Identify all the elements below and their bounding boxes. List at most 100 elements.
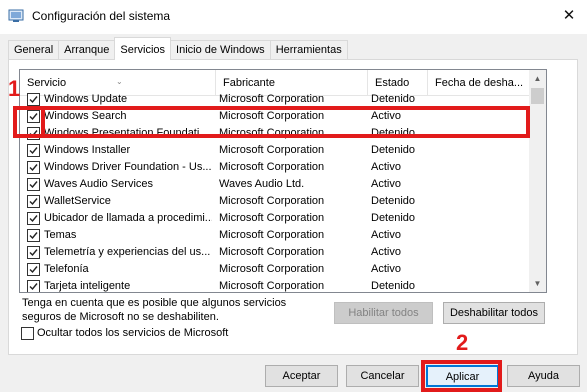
checkmark-icon <box>29 232 38 240</box>
service-checkbox[interactable] <box>27 280 40 292</box>
checkmark-icon <box>29 96 38 104</box>
disable-all-button[interactable]: Deshabilitar todos <box>443 302 545 324</box>
service-name-cell: Windows Installer <box>44 144 131 156</box>
checkmark-icon <box>29 147 38 155</box>
table-row[interactable]: Tarjeta inteligente Microsoft Corporation… <box>20 278 531 292</box>
service-name-cell: Telefonía <box>44 263 89 275</box>
scroll-up-icon[interactable]: ▲ <box>529 70 546 87</box>
close-button[interactable]: ✕ <box>557 4 581 28</box>
checkmark-icon <box>29 283 38 291</box>
service-name-cell: WalletService <box>44 195 111 207</box>
annotation-number-two: 2 <box>456 330 469 355</box>
vertical-scrollbar[interactable]: ▲ ▼ <box>529 70 546 292</box>
manufacturer-cell: Microsoft Corporation <box>219 246 325 258</box>
table-row[interactable]: Temas Microsoft Corporation Activo <box>20 227 531 244</box>
table-row[interactable]: Windows Driver Foundation - Us... Microso… <box>20 159 531 176</box>
checkmark-icon <box>29 130 38 138</box>
close-icon: ✕ <box>562 7 576 24</box>
status-cell: Activo <box>371 246 401 258</box>
tab-arranque[interactable]: Arranque <box>58 40 116 60</box>
service-name-cell: Windows Search <box>44 110 127 122</box>
service-checkbox[interactable] <box>27 161 40 174</box>
service-checkbox[interactable] <box>27 195 40 208</box>
service-name-cell: Windows Presentation Foundati... <box>44 127 209 139</box>
scroll-thumb[interactable] <box>531 88 544 104</box>
tab-inicio-de-windows[interactable]: Inicio de Windows <box>170 40 271 60</box>
checkmark-icon <box>29 113 38 121</box>
service-name-cell: Temas <box>44 229 77 241</box>
table-row[interactable]: Windows Installer Microsoft Corporation De… <box>20 142 531 159</box>
manufacturer-cell: Microsoft Corporation <box>219 195 325 207</box>
manufacturer-cell: Microsoft Corporation <box>219 263 325 275</box>
checkmark-icon <box>29 249 38 257</box>
status-cell: Activo <box>371 161 401 173</box>
help-button[interactable]: Ayuda <box>507 365 580 387</box>
accept-button[interactable]: Aceptar <box>265 365 338 387</box>
checkmark-icon <box>29 181 38 189</box>
services-list[interactable]: ⌄ Servicio Fabricante Estado Fecha de de… <box>19 69 547 293</box>
enable-all-button[interactable]: Habilitar todos <box>334 302 433 324</box>
table-row[interactable]: Waves Audio Services Waves Audio Ltd. Acti… <box>20 176 531 193</box>
status-cell: Activo <box>371 229 401 241</box>
manufacturer-cell: Microsoft Corporation <box>219 110 325 122</box>
system-config-icon <box>8 9 24 22</box>
status-cell: Detenido <box>371 212 416 224</box>
list-rows: Windows Update Microsoft Corporation Deten… <box>20 93 531 292</box>
table-row[interactable]: Telemetría y experiencias del us... Micro… <box>20 244 531 261</box>
checkmark-icon <box>29 215 38 223</box>
table-row[interactable]: Windows Search Microsoft Corporation Activ… <box>20 108 531 125</box>
manufacturer-cell: Microsoft Corporation <box>219 127 325 139</box>
service-name-cell: Telemetría y experiencias del us... <box>44 246 211 258</box>
table-row[interactable]: Windows Update Microsoft Corporation Deten… <box>20 91 531 108</box>
title-bar: Configuración del sistema ✕ <box>0 0 587 34</box>
service-checkbox[interactable] <box>27 212 40 225</box>
service-name-cell: Windows Driver Foundation - Us... <box>44 161 212 173</box>
status-cell: Detenido <box>371 195 416 207</box>
service-name-cell: Waves Audio Services <box>44 178 154 190</box>
table-row[interactable]: Telefonía Microsoft Corporation Activo <box>20 261 531 278</box>
table-row[interactable]: Windows Presentation Foundati... Microsof… <box>20 125 531 142</box>
manufacturer-cell: Microsoft Corporation <box>219 161 325 173</box>
service-checkbox[interactable] <box>27 178 40 191</box>
table-row[interactable]: WalletService Microsoft Corporation Deteni… <box>20 193 531 210</box>
status-cell: Detenido <box>371 93 416 105</box>
hide-microsoft-label: Ocultar todos los servicios de Microsoft <box>37 327 229 339</box>
checkmark-icon <box>29 266 38 274</box>
service-checkbox[interactable] <box>27 144 40 157</box>
hide-microsoft-checkbox[interactable] <box>21 327 34 340</box>
checkmark-icon <box>29 198 38 206</box>
status-cell: Activo <box>371 263 401 275</box>
manufacturer-cell: Microsoft Corporation <box>219 212 325 224</box>
tab-herramientas[interactable]: Herramientas <box>269 40 348 60</box>
service-checkbox[interactable] <box>27 127 40 140</box>
service-checkbox[interactable] <box>27 229 40 242</box>
status-cell: Detenido <box>371 127 416 139</box>
manufacturer-cell: Microsoft Corporation <box>219 93 325 105</box>
manufacturer-cell: Waves Audio Ltd. <box>219 178 305 190</box>
status-cell: Detenido <box>371 280 416 292</box>
table-row[interactable]: Ubicador de llamada a procedimi... Micros… <box>20 210 531 227</box>
annotation-number-one: 1 <box>8 76 21 101</box>
manufacturer-cell: Microsoft Corporation <box>219 280 325 292</box>
status-cell: Detenido <box>371 144 416 156</box>
status-cell: Activo <box>371 110 401 122</box>
service-checkbox[interactable] <box>27 263 40 276</box>
apply-button[interactable]: Aplicar <box>426 365 499 387</box>
tab-bar: General Arranque Servicios Inicio de Win… <box>8 37 348 60</box>
cancel-button[interactable]: Cancelar <box>346 365 419 387</box>
checkmark-icon <box>29 164 38 172</box>
manufacturer-cell: Microsoft Corporation <box>219 144 325 156</box>
service-checkbox[interactable] <box>27 110 40 123</box>
service-name-cell: Tarjeta inteligente <box>44 280 131 292</box>
service-name-cell: Ubicador de llamada a procedimi... <box>44 212 212 224</box>
service-name-cell: Windows Update <box>44 93 128 105</box>
scroll-down-icon[interactable]: ▼ <box>529 275 546 292</box>
manufacturer-cell: Microsoft Corporation <box>219 229 325 241</box>
service-checkbox[interactable] <box>27 93 40 106</box>
tab-general[interactable]: General <box>8 40 60 60</box>
microsoft-services-note: Tenga en cuenta que es posible que algun… <box>22 297 287 323</box>
window-title: Configuración del sistema <box>32 9 171 23</box>
tab-servicios[interactable]: Servicios <box>114 37 172 60</box>
service-checkbox[interactable] <box>27 246 40 259</box>
status-cell: Activo <box>371 178 401 190</box>
